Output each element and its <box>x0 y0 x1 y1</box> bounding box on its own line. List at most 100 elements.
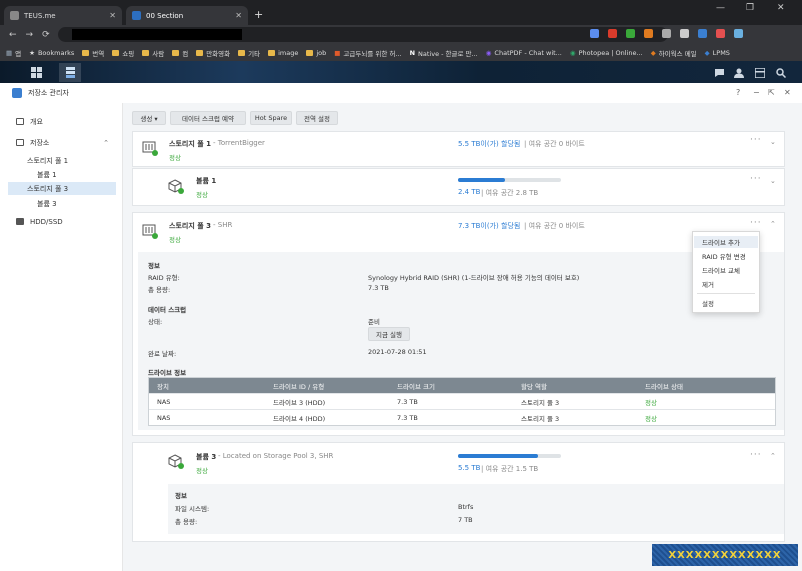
bookmark-item[interactable]: ★ Bookmarks <box>29 49 74 57</box>
sidebar-item-overview[interactable]: 개요 <box>16 115 43 128</box>
bookmark-folder[interactable]: 사람 <box>142 48 164 58</box>
extension-icon[interactable] <box>626 29 635 38</box>
bookmark-item[interactable]: ◆ LPMS <box>705 49 730 57</box>
run-now-button[interactable]: 지금 실행 <box>368 327 410 341</box>
forward-icon[interactable]: → <box>26 30 34 40</box>
column-header[interactable]: 드라이브 상태 <box>645 381 769 391</box>
volume-3-name[interactable]: 볼륨 3 <box>196 452 216 462</box>
table-row[interactable]: NAS 드라이브 4 (HDD) 7.3 TB 스토리지 풀 3 정상 <box>149 409 775 425</box>
column-header[interactable]: 할당 역할 <box>521 381 645 391</box>
bookmark-item[interactable]: N Native - 한글로 만... <box>410 48 478 58</box>
profile-avatar[interactable] <box>734 29 743 38</box>
column-header[interactable]: 드라이브 크기 <box>397 381 521 391</box>
bookmark-item[interactable]: ◆ 하이웍스 메일 <box>651 48 697 58</box>
bookmark-folder[interactable]: image <box>268 49 298 57</box>
help-icon[interactable]: ? <box>736 88 740 97</box>
chat-icon[interactable] <box>708 63 730 82</box>
table-cell: NAS <box>157 413 171 422</box>
apps-grid-icon: ▦ <box>6 48 13 57</box>
schedule-scrub-button[interactable]: 데이터 스크럽 예약 <box>170 111 246 125</box>
sidebar-item-label: 볼륨 3 <box>37 199 57 208</box>
bookmark-label: 만화영화 <box>206 49 231 58</box>
create-button[interactable]: 생성 ▾ <box>132 111 166 125</box>
menu-divider <box>697 293 755 294</box>
table-row[interactable]: NAS 드라이브 3 (HDD) 7.3 TB 스토리지 풀 3 정상 <box>149 393 775 409</box>
storage-manager-taskbar-icon[interactable] <box>59 63 81 82</box>
back-icon[interactable]: ← <box>9 30 17 40</box>
bookmark-folder[interactable]: 컴 <box>172 48 188 58</box>
address-bar[interactable] <box>58 27 668 42</box>
minimize-browser-icon[interactable]: — <box>716 3 725 13</box>
bookmark-folder[interactable]: 쇼핑 <box>112 48 134 58</box>
bookmark-apps[interactable]: ▦ 앱 <box>6 48 21 58</box>
extension-icon[interactable] <box>716 29 725 38</box>
pool-1-name[interactable]: 스토리지 풀 1 <box>169 139 211 149</box>
sidebar-item-storage[interactable]: 저장소 ⌃ <box>16 136 123 149</box>
browser-tab-teus[interactable]: TEUS.me ✕ <box>4 6 122 25</box>
column-header[interactable]: 드라이브 ID / 유형 <box>273 381 397 391</box>
bookmark-folder[interactable]: 만화영화 <box>196 48 230 58</box>
browser-tab-strip: TEUS.me ✕ 00 Section ✕ + — ❐ ✕ <box>0 0 802 25</box>
menu-item-change-raid[interactable]: RAID 유형 변경 <box>694 250 758 262</box>
storage-pool-icon <box>142 141 158 156</box>
bookmark-item[interactable]: ■ 고급두뇌를 위한 허... <box>334 48 401 58</box>
sidebar-item-volume-3[interactable]: 볼륨 3 <box>37 197 57 210</box>
extension-icon[interactable] <box>608 29 617 38</box>
search-icon[interactable] <box>770 63 792 82</box>
watermark: XXXXXXXXXXXXX <box>652 544 798 566</box>
main-menu-icon[interactable] <box>25 63 47 82</box>
hot-spare-button[interactable]: Hot Spare <box>250 111 292 125</box>
maximize-browser-icon[interactable]: ❐ <box>746 3 754 13</box>
pool-1-description: - TorrentBigger <box>213 139 265 147</box>
bookmark-item[interactable]: ◉ ChatPDF - Chat wit... <box>486 49 562 57</box>
extension-icon[interactable] <box>680 29 689 38</box>
menu-item-settings[interactable]: 설정 <box>694 297 758 309</box>
sidebar-item-pool-3[interactable]: 스토리지 풀 3 <box>8 182 116 195</box>
storage-icon <box>16 139 24 146</box>
pool-3-name[interactable]: 스토리지 풀 3 <box>169 221 211 231</box>
sidebar-item-hdd-ssd[interactable]: HDD/SSD <box>16 215 63 228</box>
restore-window-icon[interactable]: ⇱ <box>768 88 775 97</box>
minimize-window-icon[interactable]: − <box>753 88 760 97</box>
chevron-up-icon[interactable]: ⌃ <box>770 452 776 460</box>
menu-item-replace-drive[interactable]: 드라이브 교체 <box>694 264 758 276</box>
more-options-icon[interactable]: ··· <box>750 174 762 184</box>
column-header[interactable]: 장치 <box>149 381 273 391</box>
extension-icon[interactable] <box>644 29 653 38</box>
widgets-icon[interactable] <box>749 63 771 82</box>
bookmark-folder[interactable]: job <box>306 49 326 57</box>
extension-icon[interactable] <box>662 29 671 38</box>
chevron-down-icon[interactable]: ⌄ <box>770 138 776 146</box>
chevron-down-icon[interactable]: ⌄ <box>770 177 776 185</box>
reload-icon[interactable]: ⟳ <box>42 30 50 40</box>
chevron-up-icon[interactable]: ⌃ <box>770 220 776 228</box>
bookmark-label: image <box>278 48 299 57</box>
sidebar-item-pool-1[interactable]: 스토리지 풀 1 <box>27 154 68 167</box>
browser-tab-section[interactable]: 00 Section ✕ <box>126 6 248 25</box>
volume-1-name[interactable]: 볼륨 1 <box>196 176 216 186</box>
sidebar-item-volume-1[interactable]: 볼륨 1 <box>37 168 57 181</box>
menu-item-remove[interactable]: 제거 <box>694 278 758 290</box>
menu-item-add-drive[interactable]: 드라이브 추가 <box>694 236 758 248</box>
more-options-icon[interactable]: ··· <box>750 218 762 228</box>
global-settings-button[interactable]: 전역 설정 <box>296 111 338 125</box>
close-browser-icon[interactable]: ✕ <box>777 3 785 13</box>
dsm-taskbar <box>0 61 802 83</box>
close-tab-icon[interactable]: ✕ <box>109 11 116 20</box>
window-title: 저장소 관리자 <box>28 89 69 97</box>
folder-icon <box>82 49 90 56</box>
user-icon[interactable] <box>728 63 750 82</box>
close-tab-icon[interactable]: ✕ <box>235 11 242 20</box>
more-options-icon[interactable]: ··· <box>750 135 762 145</box>
chevron-up-icon[interactable]: ⌃ <box>103 139 109 147</box>
extension-icon[interactable] <box>698 29 707 38</box>
bookmark-folder[interactable]: 번역 <box>82 48 104 58</box>
extension-icon[interactable] <box>590 29 599 38</box>
tab-label: TEUS.me <box>24 11 56 20</box>
bookmark-folder[interactable]: 기타 <box>238 48 260 58</box>
tab-favicon-icon <box>10 11 19 20</box>
close-window-icon[interactable]: ✕ <box>784 88 791 97</box>
more-options-icon[interactable]: ··· <box>750 450 762 460</box>
new-tab-button[interactable]: + <box>254 8 263 21</box>
bookmark-item[interactable]: ◉ Photopea | Online... <box>570 49 643 57</box>
